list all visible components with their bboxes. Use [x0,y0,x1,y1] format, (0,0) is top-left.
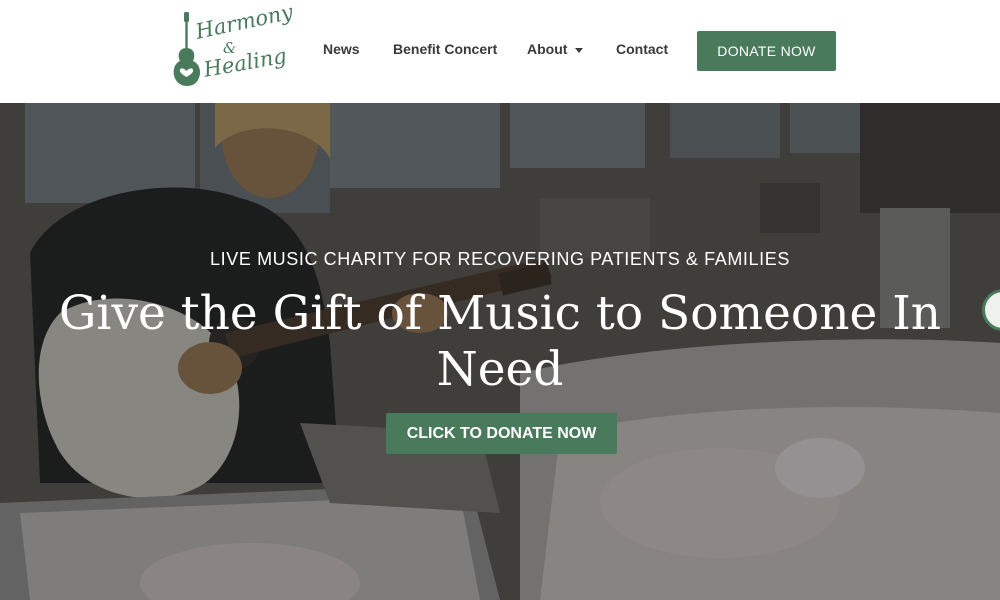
hero-section: LIVE MUSIC CHARITY FOR RECOVERING PATIEN… [0,103,1000,600]
hero-kicker: LIVE MUSIC CHARITY FOR RECOVERING PATIEN… [210,249,790,269]
hero-title: Give the Gift of Music to Someone In Nee… [58,286,942,397]
site-header: Harmony & Healing News Benefit Concert A… [0,0,1000,103]
main-nav: News Benefit Concert About Contact DONAT… [0,0,1000,100]
nav-item-news[interactable]: News [323,41,360,57]
donate-now-button[interactable]: DONATE NOW [697,31,836,71]
nav-item-about[interactable]: About [527,41,584,57]
nav-item-contact[interactable]: Contact [616,41,668,57]
click-to-donate-button[interactable]: CLICK TO DONATE NOW [386,413,617,454]
nav-item-about-label: About [527,41,568,57]
caret-down-icon [575,47,584,53]
nav-item-benefit-concert[interactable]: Benefit Concert [393,41,497,57]
